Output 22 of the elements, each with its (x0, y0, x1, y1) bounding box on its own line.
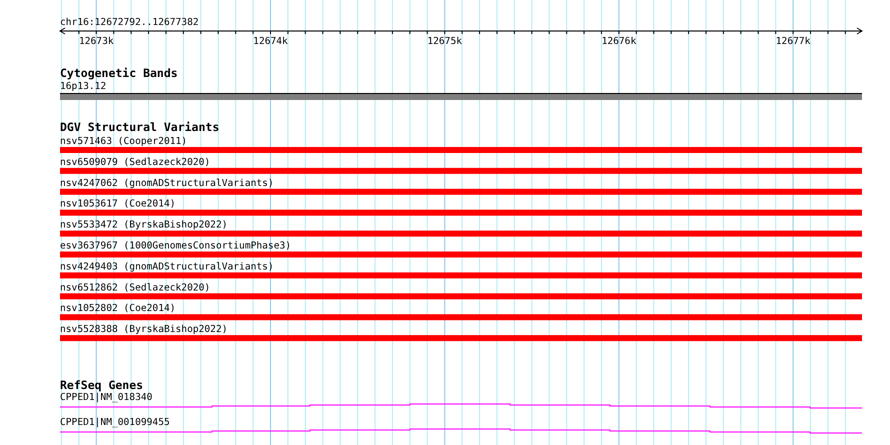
track-title: Cytogenetic Bands (60, 66, 178, 80)
tick-label: 12676k (602, 36, 636, 47)
variant-label: nsv4249403 (gnomADStructuralVariants) (60, 261, 274, 272)
variant-label: nsv5533472 (ByrskaBishop2022) (60, 220, 228, 231)
region-label: chr16:12672792..12677382 (60, 17, 199, 28)
variant-label: nsv4247062 (gnomADStructuralVariants) (60, 178, 274, 189)
gene-label: CPPED1|NM_018340 (60, 392, 152, 403)
tick-label: 12677k (776, 36, 810, 47)
variant-label: nsv1053617 (Coe2014) (60, 198, 176, 210)
variant-label: nsv1052802 (Coe2014) (60, 303, 176, 314)
band-label: 16p13.12 (60, 81, 106, 92)
variant-label: nsv571463 (Cooper2011) (60, 136, 188, 147)
tick-label: 12673k (78, 36, 114, 47)
variant-label: nsv5528388 (ByrskaBishop2022) (60, 324, 228, 336)
gene-label: CPPED1|NM_001099455 (60, 417, 170, 428)
variant-label: nsv6512862 (Sedlazeck2020) (60, 282, 210, 294)
track-title: DGV Structural Variants (60, 120, 220, 134)
tick-label: 12675k (427, 36, 462, 47)
tick-label: 12674k (253, 36, 288, 47)
track-title: RefSeq Genes (60, 378, 144, 392)
variant-label: nsv6509079 (Sedlazeck2020) (60, 156, 210, 168)
variant-label: esv3637967 (1000GenomesConsortiumPhase3) (60, 240, 292, 252)
